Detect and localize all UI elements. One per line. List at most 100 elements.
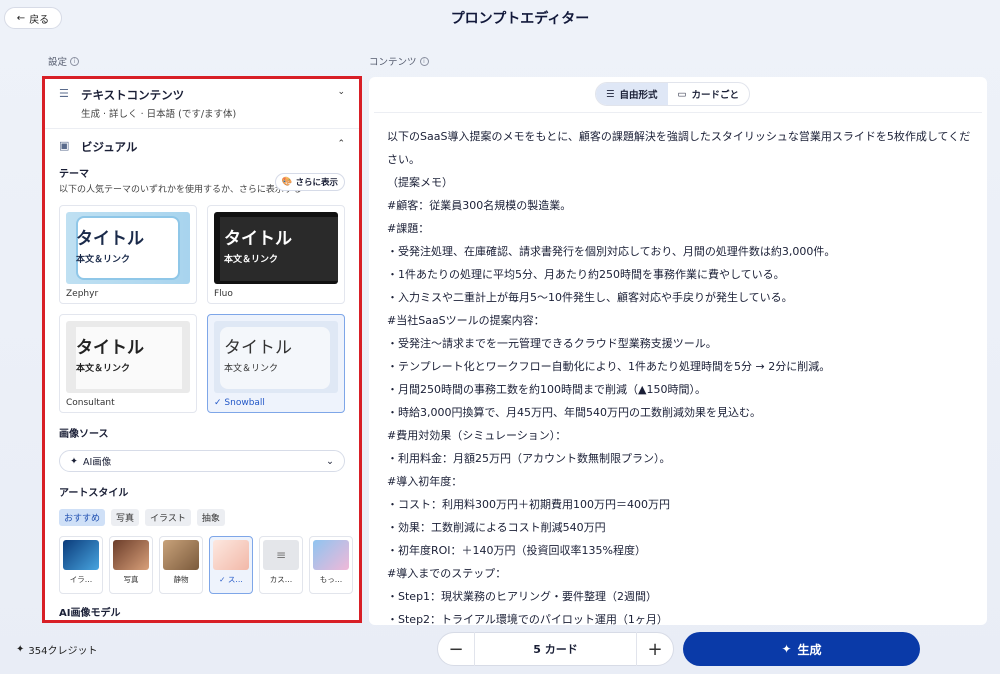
checkmark-icon: ✓ (214, 398, 225, 408)
style-custom[interactable]: ≡ カス… (259, 536, 303, 594)
theme-name: Zephyr (66, 289, 99, 299)
art-style-options: イラ… 写真 静物 ✓ ス… ≡ カス… もっ… (59, 536, 353, 594)
content-line: ・Step1：現状業務のヒアリング・要件整理（2週間） (387, 590, 658, 603)
back-button[interactable]: ← 戻る (4, 7, 62, 29)
style-thumbnail (113, 540, 149, 570)
generate-button[interactable]: ✦ 生成 (683, 632, 920, 666)
theme-name: Consultant (66, 398, 115, 408)
style-more[interactable]: もっ… (309, 536, 353, 594)
style-name-text: ス… (227, 575, 243, 584)
chip-recommended[interactable]: おすすめ (59, 509, 106, 526)
content-label-text: コンテンツ (369, 57, 417, 68)
tab-freeform[interactable]: ☰ 自由形式 (596, 83, 668, 105)
visual-accordion[interactable]: ▣ ビジュアル ⌃ (59, 129, 345, 155)
checkmark-icon: ✓ (219, 575, 228, 584)
divider (374, 112, 982, 113)
view-toggle: ☰ 自由形式 ▭ カードごと (595, 82, 751, 106)
chip-abstract[interactable]: 抽象 (196, 509, 225, 526)
theme-preview-title: タイトル (224, 338, 292, 358)
show-more-themes-button[interactable]: 🎨 さらに表示 (274, 173, 345, 191)
content-line: ・受発注処理、在庫確認、請求書発行を個別対応しており、月間の処理件数は約3,00… (387, 245, 836, 258)
style-sketch[interactable]: ✓ ス… (209, 536, 253, 594)
settings-label: 設定 i (48, 54, 80, 68)
arrow-left-icon: ← (16, 12, 26, 24)
style-name: 写真 (123, 575, 139, 584)
content-line: ・利用料金：月額25万円（アカウント数無制限プラン）。 (387, 452, 671, 465)
art-style-filter: おすすめ 写真 イラスト 抽象 (59, 509, 345, 526)
chip-illustration[interactable]: イラスト (145, 509, 191, 526)
image-source-select[interactable]: ✦ AI画像 ⌄ (59, 450, 345, 472)
content-panel: ☰ 自由形式 ▭ カードごと 以下のSaaS導入提案のメモをもとに、顧客の課題解… (369, 77, 987, 626)
text-content-title: テキストコンテンツ (81, 88, 185, 102)
content-line: #当社SaaSツールの提案内容： (387, 314, 545, 327)
theme-name: Fluo (214, 289, 233, 299)
theme-card-snowball[interactable]: タイトル 本文＆リンク ✓ Snowball (207, 314, 345, 413)
text-content-summary: 生成 · 詳しく · 日本語 (です/ます体) (81, 109, 237, 120)
theme-preview: タイトル 本文＆リンク (66, 212, 190, 284)
style-thumbnail (213, 540, 249, 570)
sparkle-icon: ✦ (70, 455, 78, 467)
generate-label: 生成 (797, 642, 822, 657)
chip-photo[interactable]: 写真 (111, 509, 140, 526)
theme-preview-title: タイトル (76, 229, 144, 249)
content-line: ・時給3,000円換算で、月45万円、年間540万円の工数削減効果を見込む。 (387, 406, 762, 419)
theme-card-fluo[interactable]: タイトル 本文＆リンク Fluo (207, 205, 345, 304)
text-content-accordion[interactable]: ☰ テキストコンテンツ 生成 · 詳しく · 日本語 (です/ます体) ⌄ (59, 79, 345, 120)
content-line: ・入力ミスや二重計上が毎月5〜10件発生し、顧客対応や手戻りが発生している。 (387, 291, 793, 304)
theme-card-zephyr[interactable]: タイトル 本文＆リンク Zephyr (59, 205, 197, 304)
card-count-stepper: − 5 カード + (437, 632, 674, 666)
palette-icon: 🎨 (281, 177, 293, 187)
style-photo[interactable]: 写真 (109, 536, 153, 594)
theme-preview: タイトル 本文＆リンク (214, 212, 338, 284)
credits-indicator[interactable]: ✦ 354クレジット (16, 642, 97, 657)
content-line: 以下のSaaS導入提案のメモをもとに、顧客の課題解決を強調したスタイリッシュな営… (387, 130, 971, 166)
info-icon[interactable]: i (70, 56, 80, 66)
style-thumbnail (63, 540, 99, 570)
theme-preview-title: タイトル (76, 338, 144, 358)
content-line: ・コスト：利用料300万円＋初期費用100万円＝400万円 (387, 498, 670, 511)
page-title: プロンプトエディター (450, 11, 590, 27)
style-name: もっ… (319, 575, 343, 584)
text-lines-icon: ☰ (59, 87, 69, 100)
theme-preview-body: 本文＆リンク (224, 255, 279, 265)
theme-grid: タイトル 本文＆リンク Zephyr タイトル 本文＆リンク Fluo タイトル… (59, 205, 345, 413)
theme-preview-body: 本文＆リンク (76, 364, 131, 374)
content-line: #顧客：従業員300名規模の製造業。 (387, 199, 572, 212)
theme-name-selected: ✓ Snowball (214, 398, 338, 408)
card-icon: ▭ (677, 88, 687, 100)
visual-title: ビジュアル (81, 140, 138, 154)
theme-card-consultant[interactable]: タイトル 本文＆リンク Consultant (59, 314, 197, 413)
increase-button[interactable]: + (637, 632, 673, 666)
prompt-text-area[interactable]: 以下のSaaS導入提案のメモをもとに、顧客の課題解決を強調したスタイリッシュな営… (387, 125, 977, 631)
style-name: カス… (269, 575, 293, 584)
show-more-label: さらに表示 (295, 178, 338, 188)
chevron-up-icon: ⌃ (337, 139, 345, 149)
content-line: ・受発注〜請求までを一元管理できるクラウド型業務支援ツール。 (387, 337, 717, 350)
content-line: ・1件あたりの処理に平均5分、月あたり約250時間を事務作業に費やしている。 (387, 268, 785, 281)
content-line: #課題： (387, 222, 430, 235)
sparkle-icon: ✦ (16, 644, 25, 655)
tab-by-card[interactable]: ▭ カードごと (668, 83, 749, 105)
style-illustration[interactable]: イラ… (59, 536, 103, 594)
content-line: ・月間250時間の事務工数を約100時間まで削減（▲150時間）。 (387, 383, 706, 396)
content-line: #導入までのステップ： (387, 567, 507, 580)
style-name-selected: ✓ ス… (213, 574, 249, 585)
credits-label: 354クレジット (28, 646, 98, 657)
theme-name-text: Snowball (224, 398, 265, 408)
content-line: ・効果：工数削減によるコスト削減540万円 (387, 521, 606, 534)
content-line: #費用対効果（シミュレーション）： (387, 429, 567, 442)
image-icon: ▣ (59, 139, 70, 152)
settings-label-text: 設定 (48, 57, 68, 68)
style-name: イラ… (69, 575, 93, 584)
style-thumbnail (163, 540, 199, 570)
theme-preview-body: 本文＆リンク (224, 364, 279, 374)
sparkle-icon: ✦ (781, 642, 792, 656)
card-count-value[interactable]: 5 カード (474, 632, 637, 666)
info-icon[interactable]: i (419, 56, 429, 66)
decrease-button[interactable]: − (438, 632, 474, 666)
image-source-value: AI画像 (82, 457, 112, 468)
ai-image-model-label: AI画像モデル (59, 608, 121, 619)
style-still-life[interactable]: 静物 (159, 536, 203, 594)
text-lines-icon: ☰ (606, 88, 615, 100)
content-line: ・テンプレート化とワークフロー自動化により、1件あたり処理時間を5分 → 2分に… (387, 360, 831, 373)
